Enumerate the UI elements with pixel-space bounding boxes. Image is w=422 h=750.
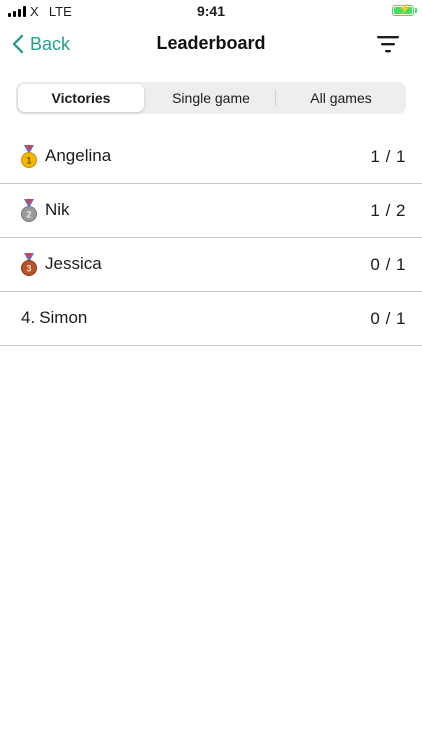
player-name: Nik xyxy=(45,200,70,219)
filter-icon[interactable] xyxy=(376,34,400,54)
charging-icon: ⚡ xyxy=(398,4,411,15)
leaderboard-row[interactable]: 2 Nik 1 / 2 xyxy=(0,184,422,238)
svg-text:1: 1 xyxy=(26,156,31,166)
tab-single-game[interactable]: Single game xyxy=(148,84,274,112)
leaderboard-list: 1 Angelina 1 / 1 2 Nik 1 / 2 3 Jessica 0… xyxy=(0,130,422,346)
nav-bar: Back Leaderboard xyxy=(0,22,422,66)
tab-all-games[interactable]: All games xyxy=(278,84,404,112)
svg-text:3: 3 xyxy=(26,264,31,274)
bronze-medal-icon: 3 xyxy=(21,253,37,276)
player-name: Angelina xyxy=(45,146,112,165)
status-time: 9:41 xyxy=(196,3,226,19)
tab-victories[interactable]: Victories xyxy=(18,84,144,112)
leaderboard-row[interactable]: 3 Jessica 0 / 1 xyxy=(0,238,422,292)
player-score: 0 / 1 xyxy=(370,255,406,274)
page-title: Leaderboard xyxy=(156,33,266,53)
segmented-control: Victories Single game All games xyxy=(16,82,406,114)
segment-divider xyxy=(275,90,276,106)
player-name: Simon xyxy=(39,308,88,327)
player-score: 1 / 2 xyxy=(370,201,406,220)
player-score: 0 / 1 xyxy=(370,309,406,328)
gold-medal-icon: 1 xyxy=(21,145,37,168)
leaderboard-row[interactable]: 1 Angelina 1 / 1 xyxy=(0,130,422,184)
player-score: 1 / 1 xyxy=(370,147,406,166)
player-name: Jessica xyxy=(45,254,102,273)
status-bar: X LTE 9:41 ⚡ xyxy=(0,0,422,22)
player-rank: 4. xyxy=(21,308,36,327)
player-name-with-rank: 4. Simon xyxy=(21,308,87,328)
battery-cap xyxy=(415,8,417,13)
svg-text:2: 2 xyxy=(26,210,31,220)
leaderboard-row[interactable]: 4. Simon 0 / 1 xyxy=(0,292,422,346)
silver-medal-icon: 2 xyxy=(21,199,37,222)
